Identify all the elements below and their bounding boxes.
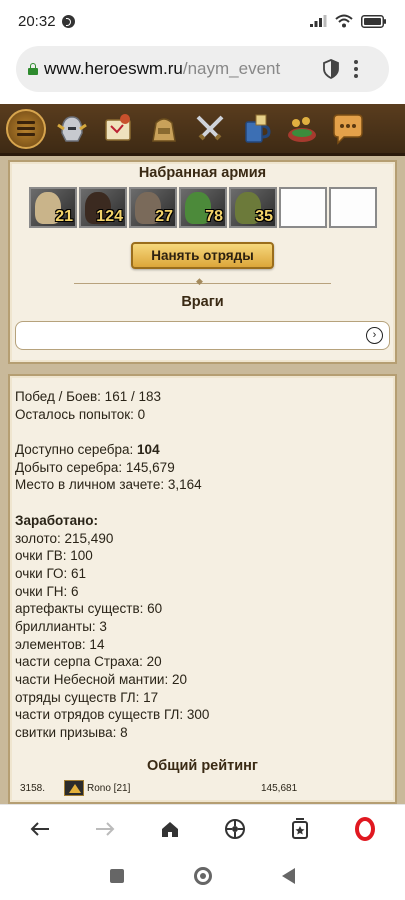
rating-rank: 3158. xyxy=(20,783,46,794)
earned-item: артефакты существ: 60 xyxy=(15,601,163,617)
rating-player-link[interactable]: Rono [21] xyxy=(87,783,130,794)
rating-title: Общий рейтинг xyxy=(147,758,258,774)
army-slot-7[interactable] xyxy=(329,187,377,228)
battle-swords-icon[interactable] xyxy=(190,109,230,149)
browser-bottom-bar xyxy=(0,804,405,852)
back-triangle-icon[interactable] xyxy=(282,868,295,884)
earned-item: элементов: 14 xyxy=(15,636,105,652)
silver-available-value: 104 xyxy=(137,442,160,458)
slot-count: 124 xyxy=(96,208,123,225)
silver-earned: Добыто серебра: 145,679 xyxy=(15,459,175,475)
army-slot-4[interactable]: 78 xyxy=(179,187,227,228)
roulette-icon[interactable] xyxy=(282,109,322,149)
earned-item: свитки призыва: 8 xyxy=(15,725,128,741)
clan-emblem-icon[interactable] xyxy=(64,780,84,796)
wins-battles: Побед / Боев: 161 / 183 xyxy=(15,389,161,404)
earned-item: очки ГО: 61 xyxy=(15,565,87,581)
hero-helmet-icon[interactable] xyxy=(52,109,92,149)
earned-item: бриллианты: 3 xyxy=(15,618,107,634)
more-menu-icon[interactable] xyxy=(354,60,358,78)
slot-count: 35 xyxy=(255,208,273,225)
enemies-field[interactable]: › xyxy=(15,321,390,350)
army-slot-2[interactable]: 124 xyxy=(79,187,127,228)
earned-item: части серпа Страха: 20 xyxy=(15,654,162,670)
earned-item: золото: 215,490 xyxy=(15,530,114,546)
rating-row: 3158. Rono [21] 145,681 xyxy=(0,780,405,798)
game-nav xyxy=(0,104,405,156)
earned-item: очки ГН: 6 xyxy=(15,583,79,599)
recent-apps-icon[interactable] xyxy=(110,869,124,883)
army-slots: 21 124 27 78 35 xyxy=(29,187,377,228)
earned-item: части Небесной мантии: 20 xyxy=(15,672,187,687)
hire-troops-button[interactable]: Нанять отряды xyxy=(131,242,274,269)
home-icon[interactable] xyxy=(150,809,190,849)
status-bar: 20:32 xyxy=(0,0,405,42)
earned-title: Заработано: xyxy=(15,512,98,528)
attempts-left: Осталось попыток: 0 xyxy=(15,406,146,422)
url-path: /naym_event xyxy=(182,59,281,78)
stats-list: Побед / Боев: 161 / 183 Осталось попыток… xyxy=(15,388,390,742)
menu-icon[interactable] xyxy=(6,108,46,149)
slot-count: 21 xyxy=(55,208,73,225)
slot-count: 78 xyxy=(205,208,223,225)
earned-item: отряды существ ГЛ: 17 xyxy=(15,689,159,705)
army-slot-5[interactable]: 35 xyxy=(229,187,277,228)
battery-icon xyxy=(361,14,386,28)
inventory-bag-icon[interactable] xyxy=(144,109,184,149)
silver-available: Доступно серебра: 104 xyxy=(15,441,390,459)
personal-rank: Место в личном зачете: 3,164 xyxy=(15,477,202,493)
status-icons xyxy=(310,14,387,28)
enemies-title: Враги xyxy=(181,294,224,310)
rating-score: 145,681 xyxy=(261,783,298,794)
status-time: 20:32 xyxy=(18,12,56,30)
url-domain: www.heroeswm.ru xyxy=(44,59,183,78)
forward-arrow-icon[interactable] xyxy=(85,809,125,849)
map-scroll-icon[interactable] xyxy=(98,109,138,149)
army-slot-1[interactable]: 21 xyxy=(29,187,77,228)
opera-menu-icon[interactable] xyxy=(345,809,385,849)
wifi-icon xyxy=(335,14,353,28)
earned-item: части отрядов существ ГЛ: 300 xyxy=(15,707,210,723)
lock-icon xyxy=(28,63,38,75)
slot-count: 27 xyxy=(155,208,173,225)
army-title: Набранная армия xyxy=(138,165,267,181)
chat-icon[interactable] xyxy=(328,109,368,149)
shield-icon[interactable] xyxy=(322,59,340,79)
ornament-divider xyxy=(74,276,331,287)
silver-available-label: Доступно серебра: xyxy=(15,442,138,458)
army-slot-3[interactable]: 27 xyxy=(129,187,177,228)
url-text[interactable]: www.heroeswm.ru/naym_event xyxy=(44,59,312,79)
sync-icon xyxy=(61,14,75,28)
back-arrow-icon[interactable] xyxy=(20,809,60,849)
army-slot-6[interactable] xyxy=(279,187,327,228)
home-circle-icon[interactable] xyxy=(194,867,212,885)
address-bar[interactable]: www.heroeswm.ru/naym_event xyxy=(16,46,389,92)
earned-item: очки ГВ: 100 xyxy=(15,548,93,564)
arrow-right-circle-icon[interactable]: › xyxy=(366,327,383,344)
tabs-icon[interactable] xyxy=(280,809,320,849)
speed-dial-icon[interactable] xyxy=(215,809,255,849)
android-nav-bar xyxy=(0,852,405,900)
signal-icon xyxy=(310,15,327,27)
tavern-mug-icon[interactable] xyxy=(236,109,276,149)
